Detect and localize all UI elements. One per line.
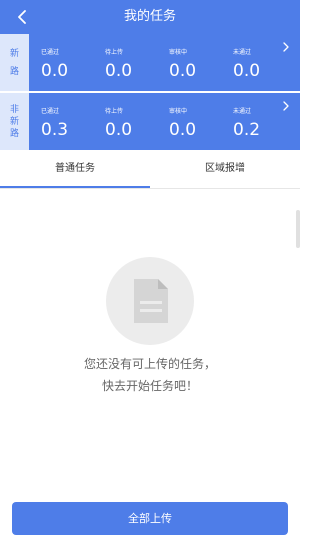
stat-label: 审核中 bbox=[169, 49, 188, 56]
active-tab-indicator bbox=[0, 186, 150, 188]
stats-row-non-new-road[interactable]: 非 新 路 已通过 0.3 待上传 0.0 审核中 0.0 未通过 0.2 bbox=[0, 93, 300, 150]
stat-label: 已通过 bbox=[41, 49, 60, 56]
stat-label: 待上传 bbox=[105, 108, 124, 115]
stat-value: 0.0 bbox=[169, 61, 197, 81]
stat-value: 0.0 bbox=[233, 61, 261, 81]
stat-label: 待上传 bbox=[105, 49, 124, 56]
stat-label: 已通过 bbox=[41, 108, 60, 115]
scrollbar[interactable] bbox=[296, 210, 300, 248]
stat-rejected: 未通过 0.2 bbox=[221, 93, 285, 150]
app-header: 我的任务 bbox=[0, 0, 300, 34]
stat-value: 0.0 bbox=[41, 61, 69, 81]
my-tasks-page: 我的任务 新 路 已通过 0.0 待上传 0.0 审核中 0.0 未通过 0.0 bbox=[0, 0, 300, 549]
chevron-right-icon bbox=[283, 42, 289, 52]
stat-label: 未通过 bbox=[233, 108, 252, 115]
row-label-non-new-road: 非 新 路 bbox=[0, 93, 29, 150]
stats-row-new-road[interactable]: 新 路 已通过 0.0 待上传 0.0 审核中 0.0 未通过 0.0 bbox=[0, 34, 300, 91]
stat-value: 0.0 bbox=[105, 120, 133, 140]
stat-value: 0.0 bbox=[169, 120, 197, 140]
empty-state-message-line1: 您还没有可上传的任务， bbox=[83, 357, 216, 371]
tab-area-report[interactable]: 区域报增 bbox=[150, 150, 300, 188]
tab-normal-tasks[interactable]: 普通任务 bbox=[0, 150, 150, 188]
page-title: 我的任务 bbox=[123, 9, 176, 24]
stat-value: 0.3 bbox=[41, 120, 69, 140]
document-icon bbox=[134, 279, 168, 323]
chevron-right-icon bbox=[283, 101, 289, 111]
empty-state-message-line2: 快去开始任务吧！ bbox=[101, 379, 198, 393]
stat-pending-upload: 待上传 0.0 bbox=[93, 34, 157, 91]
task-tabs: 普通任务 区域报增 bbox=[0, 150, 300, 189]
stat-rejected: 未通过 0.0 bbox=[221, 34, 285, 91]
stat-approved: 已通过 0.0 bbox=[29, 34, 93, 91]
stat-approved: 已通过 0.3 bbox=[29, 93, 93, 150]
stat-label: 审核中 bbox=[169, 108, 188, 115]
chevron-left-icon bbox=[18, 10, 26, 24]
stat-value: 0.0 bbox=[105, 61, 133, 81]
upload-all-button[interactable]: 全部上传 bbox=[12, 502, 288, 535]
stat-under-review: 审核中 0.0 bbox=[157, 34, 221, 91]
stat-value: 0.2 bbox=[233, 120, 261, 140]
row-label-new-road: 新 路 bbox=[0, 34, 29, 91]
back-button[interactable] bbox=[12, 7, 32, 27]
empty-state-icon bbox=[106, 257, 194, 345]
stat-label: 未通过 bbox=[233, 49, 252, 56]
stat-under-review: 审核中 0.0 bbox=[157, 93, 221, 150]
stat-pending-upload: 待上传 0.0 bbox=[93, 93, 157, 150]
